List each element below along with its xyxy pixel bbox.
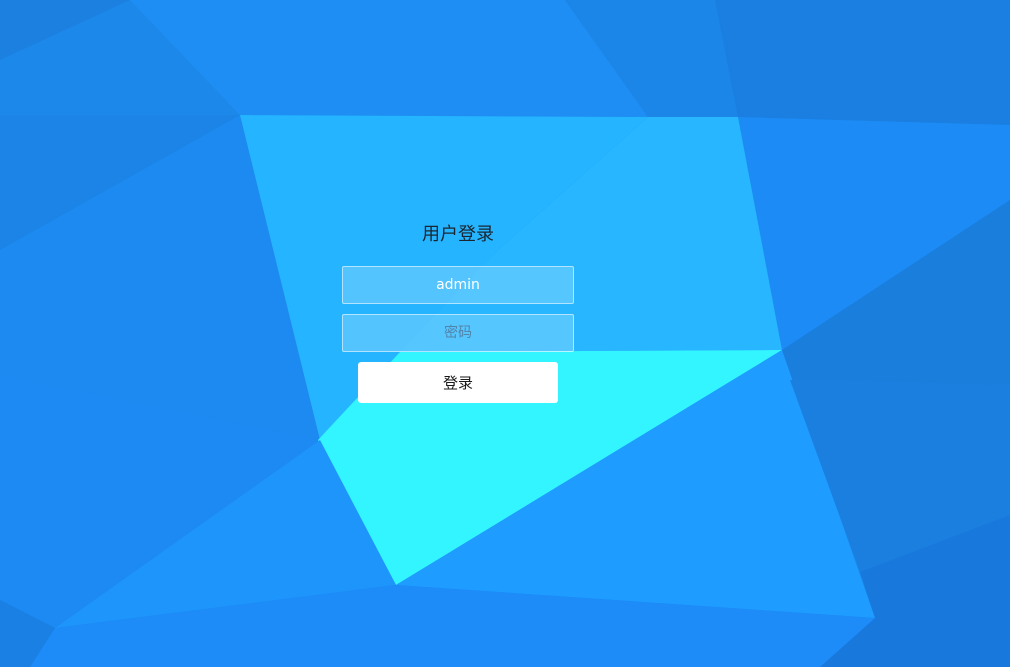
password-input[interactable]: [342, 314, 574, 352]
username-input[interactable]: [342, 266, 574, 304]
login-button[interactable]: 登录: [358, 362, 558, 403]
login-title: 用户登录: [422, 224, 494, 245]
login-page: 用户登录 登录: [0, 0, 1010, 667]
login-form: 用户登录 登录: [342, 218, 574, 403]
